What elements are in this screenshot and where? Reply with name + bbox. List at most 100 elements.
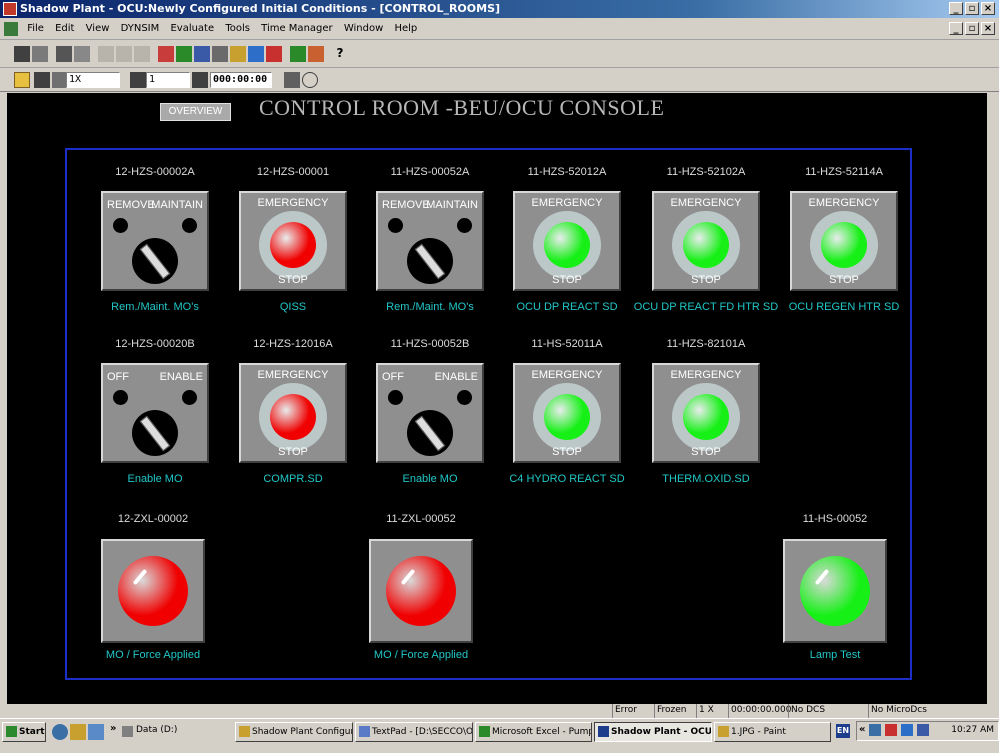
paste-icon[interactable] xyxy=(134,46,150,62)
step-input[interactable]: 1 xyxy=(146,72,190,88)
quick-drive[interactable]: Data (D:) xyxy=(122,725,177,737)
button-top-label: EMERGENCY xyxy=(670,369,742,381)
title-bar[interactable]: Shadow Plant - OCU:Newly Configured Init… xyxy=(0,0,999,18)
selector-switch[interactable]: REMOVE MAINTAIN xyxy=(101,191,209,291)
emergency-stop-button[interactable]: EMERGENCY STOP xyxy=(790,191,898,291)
button-top-label: EMERGENCY xyxy=(531,197,603,209)
bookmark-icon[interactable] xyxy=(14,72,30,88)
quicklaunch-icon[interactable] xyxy=(88,724,104,740)
indicator-dot-icon xyxy=(113,390,128,405)
status-lamp-icon xyxy=(270,222,316,268)
switch-caption: OCU DP REACT SD xyxy=(516,301,618,313)
selector-knob-icon[interactable] xyxy=(407,410,453,456)
advance-icon[interactable] xyxy=(192,72,208,88)
menu-tools[interactable]: Tools xyxy=(221,18,254,40)
switch-caption: Enable MO xyxy=(402,473,458,485)
lamp-glint xyxy=(400,568,416,586)
emergency-stop-button[interactable]: EMERGENCY STOP xyxy=(239,363,347,463)
indicator-lamp[interactable] xyxy=(101,539,205,643)
settings-icon[interactable] xyxy=(308,46,324,62)
task-shadow-config[interactable]: Shadow Plant Configur... xyxy=(235,722,353,742)
group-icon[interactable] xyxy=(212,46,228,62)
step-icon[interactable] xyxy=(130,72,146,88)
print-preview-icon[interactable] xyxy=(74,46,90,62)
task-paint[interactable]: 1.JPG - Paint xyxy=(714,722,831,742)
language-indicator[interactable]: EN xyxy=(836,724,850,738)
tray-network-icon[interactable] xyxy=(869,724,881,736)
selector-knob-icon[interactable] xyxy=(407,238,453,284)
overview-button[interactable]: OVERVIEW xyxy=(160,103,231,121)
record-icon[interactable] xyxy=(266,46,282,62)
knob-handle xyxy=(139,415,171,452)
time-input[interactable]: 000:00:00 xyxy=(210,72,272,88)
emergency-stop-button[interactable]: EMERGENCY STOP xyxy=(652,191,760,291)
find-icon[interactable] xyxy=(56,46,72,62)
doc-restore-button[interactable]: ▫ xyxy=(965,22,979,35)
lamp-glint xyxy=(814,568,830,586)
tool-icon[interactable] xyxy=(194,46,210,62)
selector-right-label: ENABLE xyxy=(434,371,478,383)
selector-switch[interactable]: REMOVE MAINTAIN xyxy=(376,191,484,291)
close-button[interactable]: × xyxy=(981,2,995,15)
selector-switch[interactable]: OFF ENABLE xyxy=(101,363,209,463)
ie-icon[interactable] xyxy=(52,724,68,740)
clock-icon[interactable] xyxy=(302,72,318,88)
switch-caption: OCU REGEN HTR SD xyxy=(788,301,900,313)
menu-file[interactable]: File xyxy=(23,18,48,40)
speed-select[interactable]: 1X xyxy=(66,72,120,88)
menu-evaluate[interactable]: Evaluate xyxy=(166,18,218,40)
desktop-icon[interactable] xyxy=(70,724,86,740)
doc-minimize-button[interactable]: _ xyxy=(949,22,963,35)
quicklaunch-more-icon[interactable]: » xyxy=(110,723,116,734)
lamp-caption: Lamp Test xyxy=(809,649,861,661)
restore-button[interactable]: ▫ xyxy=(965,2,979,15)
selector-knob-icon[interactable] xyxy=(132,410,178,456)
selector-knob-icon[interactable] xyxy=(132,238,178,284)
selector-switch[interactable]: OFF ENABLE xyxy=(376,363,484,463)
task-shadow-plant[interactable]: Shadow Plant - OCU:... xyxy=(594,722,712,742)
save-icon[interactable] xyxy=(14,46,30,62)
tray-security-icon[interactable] xyxy=(917,724,929,736)
tray-app-icon[interactable] xyxy=(885,724,897,736)
timer-icon[interactable] xyxy=(284,72,300,88)
tray-monitor-icon[interactable] xyxy=(901,724,913,736)
trend-icon[interactable] xyxy=(158,46,174,62)
button-ring xyxy=(672,211,740,279)
selector-left-label: REMOVE xyxy=(107,199,155,211)
emergency-stop-button[interactable]: EMERGENCY STOP xyxy=(513,363,621,463)
globe-icon[interactable] xyxy=(290,46,306,62)
doc-close-button[interactable]: × xyxy=(981,22,995,35)
menu-time-manager[interactable]: Time Manager xyxy=(257,18,336,40)
menu-dynsim[interactable]: DYNSIM xyxy=(117,18,164,40)
emergency-stop-button[interactable]: EMERGENCY STOP xyxy=(513,191,621,291)
status-error-log[interactable]: Error Log xyxy=(612,704,654,728)
copy-icon[interactable] xyxy=(116,46,132,62)
help-icon[interactable]: ? xyxy=(332,46,348,62)
indicator-lamp[interactable] xyxy=(369,539,473,643)
start-button[interactable]: Start xyxy=(2,722,46,742)
emergency-stop-button[interactable]: EMERGENCY STOP xyxy=(239,191,347,291)
button-ring xyxy=(259,211,327,279)
minimize-button[interactable]: _ xyxy=(949,2,963,15)
task-excel[interactable]: Microsoft Excel - Pump I... xyxy=(475,722,592,742)
switch-tag: 11-HZS-52102A xyxy=(666,166,746,178)
menu-edit[interactable]: Edit xyxy=(51,18,78,40)
task-textpad[interactable]: TextPad - [D:\SECCO\O... xyxy=(355,722,473,742)
cut-icon[interactable] xyxy=(98,46,114,62)
tray-expand-icon[interactable]: « xyxy=(859,724,865,735)
chart-icon[interactable] xyxy=(176,46,192,62)
menu-window[interactable]: Window xyxy=(340,18,387,40)
bar-icon[interactable] xyxy=(248,46,264,62)
print-icon[interactable] xyxy=(32,46,48,62)
menu-view[interactable]: View xyxy=(82,18,114,40)
button-ring xyxy=(533,211,601,279)
status-lamp-icon xyxy=(544,222,590,268)
network-icon[interactable] xyxy=(230,46,246,62)
emergency-stop-button[interactable]: EMERGENCY STOP xyxy=(652,363,760,463)
speed-icon[interactable] xyxy=(34,72,50,88)
menu-help[interactable]: Help xyxy=(390,18,421,40)
indicator-dot-icon xyxy=(113,218,128,233)
excel-icon xyxy=(479,726,490,737)
indicator-lamp[interactable] xyxy=(783,539,887,643)
knob-handle xyxy=(414,415,446,452)
